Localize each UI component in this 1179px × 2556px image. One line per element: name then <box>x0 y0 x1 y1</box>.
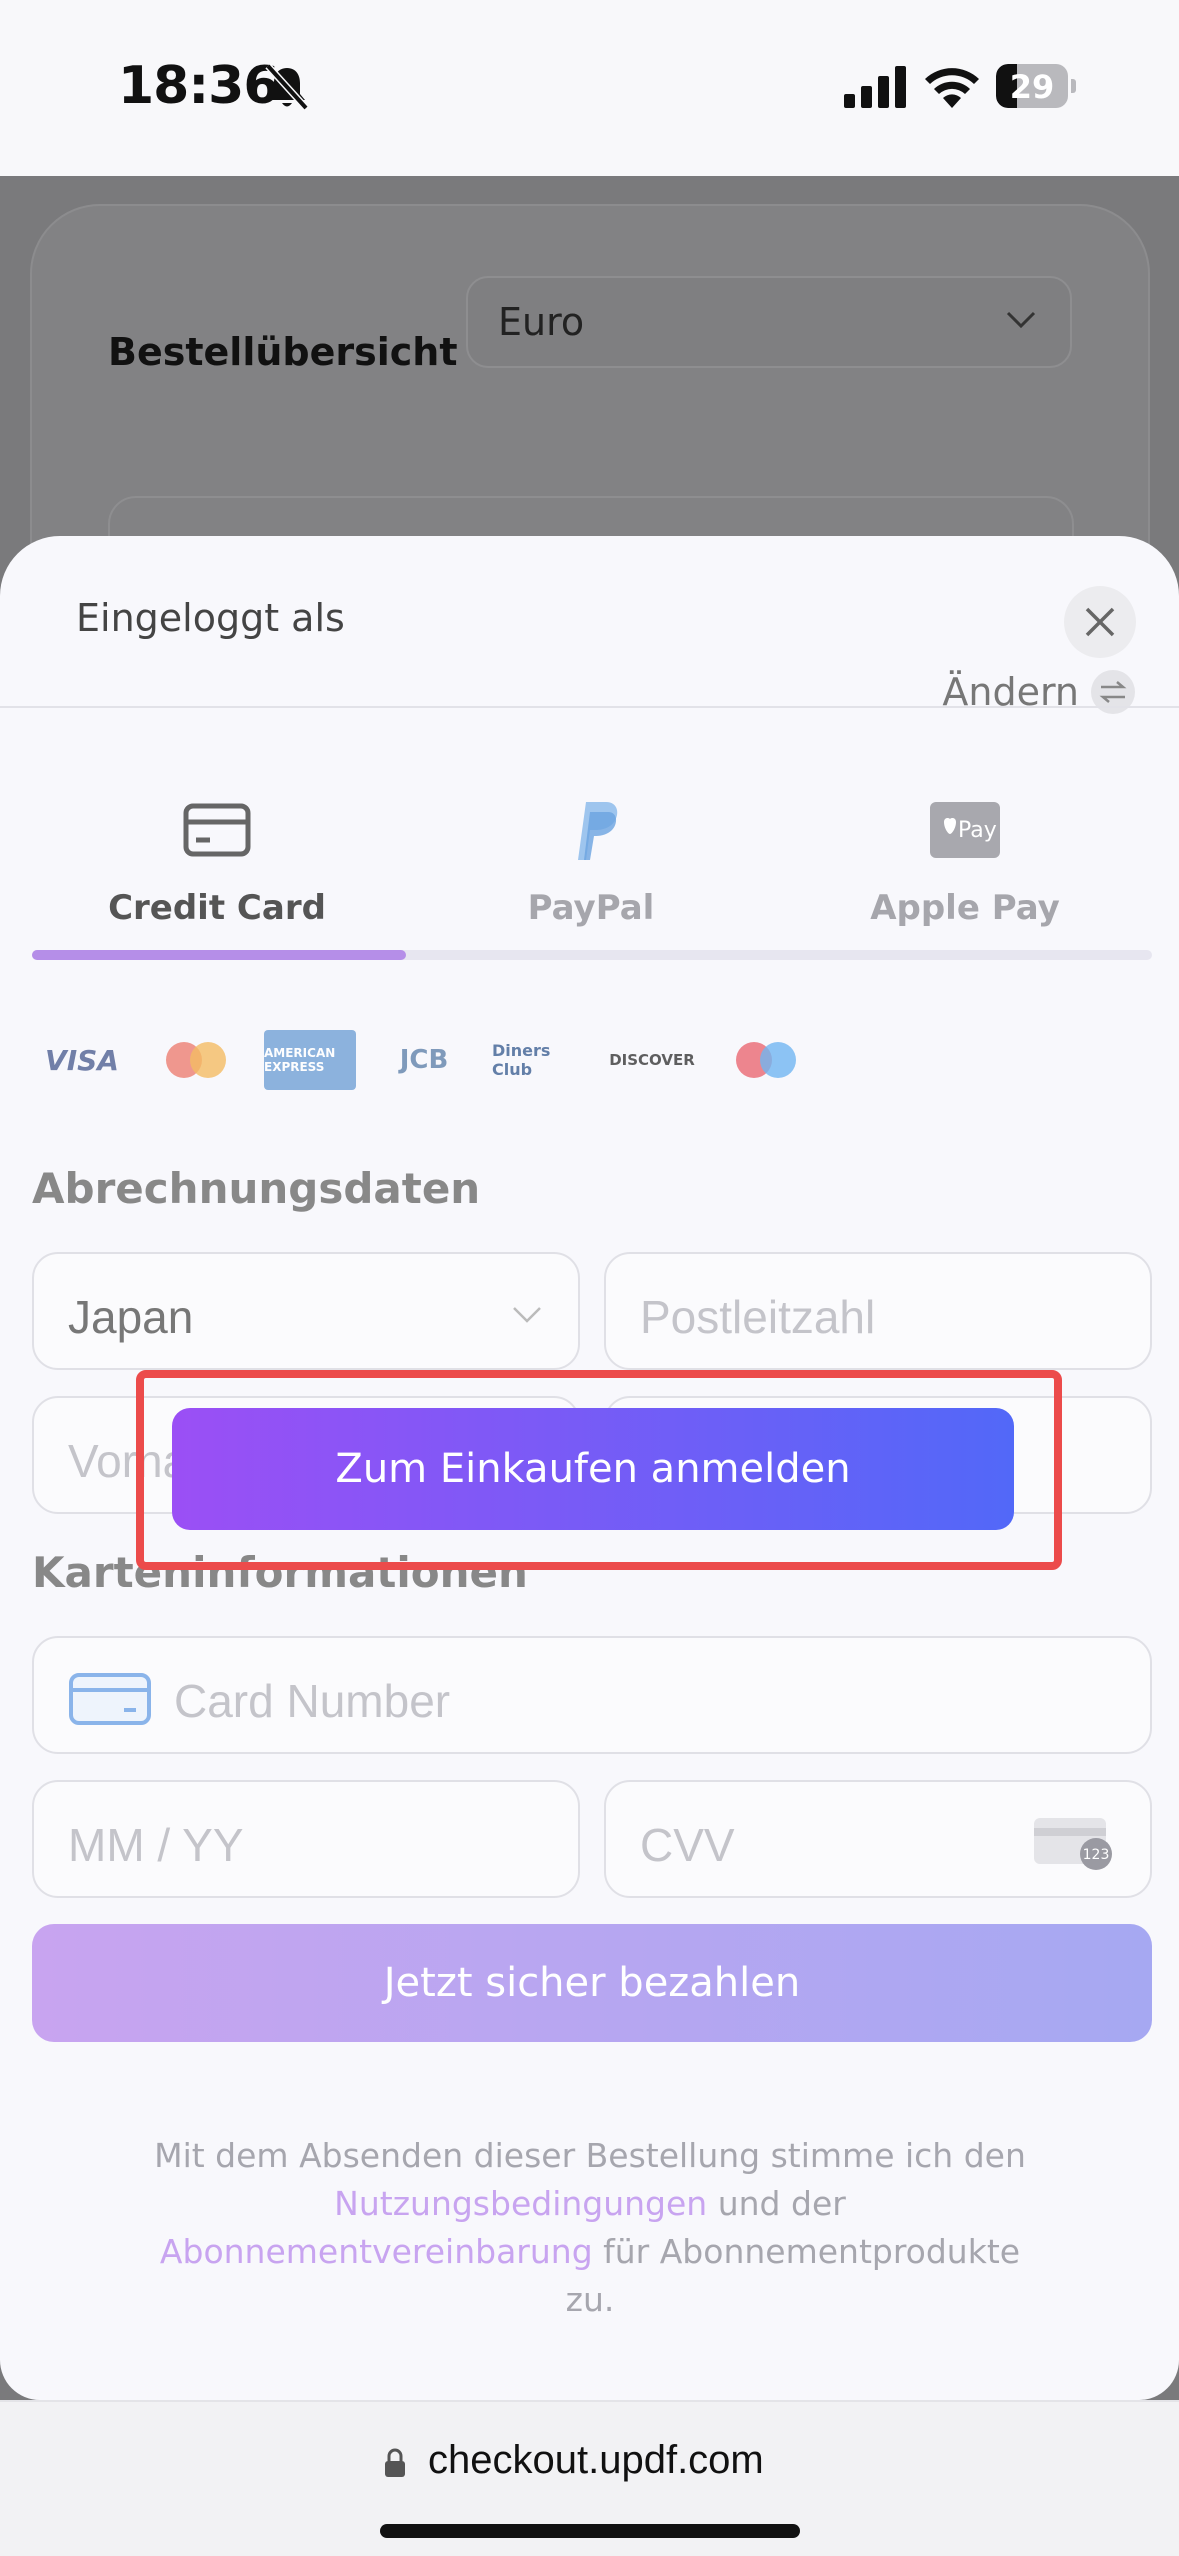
login-to-shop-label: Zum Einkaufen anmelden <box>335 1446 851 1492</box>
status-time: 18:36 <box>118 56 280 116</box>
battery-level: 29 <box>1009 68 1055 106</box>
close-button[interactable] <box>1064 586 1136 658</box>
logged-in-label: Eingeloggt als <box>76 596 345 640</box>
status-bar: 18:36 29 <box>0 0 1179 176</box>
tab-credit-card-label: Credit Card <box>108 888 326 928</box>
currency-select: Euro <box>466 276 1072 368</box>
maestro-logo <box>720 1030 812 1090</box>
postal-code-placeholder: Postleitzahl <box>640 1291 876 1343</box>
credit-card-icon <box>183 803 251 857</box>
wifi-icon <box>925 68 979 108</box>
card-number-input[interactable]: Card Number <box>32 1636 1152 1754</box>
subscription-agreement-link[interactable]: Abonnementvereinbarung <box>160 2232 593 2271</box>
cvv-card-icon: 123 <box>1034 1818 1112 1870</box>
tab-apple-pay-label: Apple Pay <box>870 888 1060 928</box>
expiry-placeholder: MM / YY <box>68 1819 244 1871</box>
diners-club-logo: Diners Club <box>492 1041 551 1079</box>
bell-slash-icon <box>265 63 309 111</box>
postal-code-input[interactable]: Postleitzahl <box>604 1252 1152 1370</box>
card-logos: VISA AMERICAN EXPRESS JCB Diners Club DI… <box>36 1030 812 1090</box>
lock-icon <box>385 2448 405 2477</box>
amex-logo: AMERICAN EXPRESS <box>264 1030 356 1090</box>
url-text: checkout.updf.com <box>428 2438 764 2482</box>
mastercard-logo <box>150 1030 242 1090</box>
tab-paypal-label: PayPal <box>527 888 655 928</box>
expiry-input[interactable]: MM / YY <box>32 1780 580 1898</box>
discover-logo: DISCOVER <box>609 1051 695 1069</box>
chevron-down-icon <box>1006 311 1036 329</box>
battery-icon: 29 <box>996 64 1076 108</box>
country-select[interactable]: Japan <box>32 1252 580 1370</box>
legal-text: Mit dem Absenden dieser Bestellung stimm… <box>154 2136 1026 2319</box>
terms-link[interactable]: Nutzungsbedingungen <box>334 2184 707 2223</box>
pay-securely-label: Jetzt sicher bezahlen <box>383 1960 801 2006</box>
pay-securely-button[interactable]: Jetzt sicher bezahlen <box>32 1924 1152 2042</box>
currency-value: Euro <box>498 300 585 344</box>
tab-paypal[interactable]: PayPal <box>406 798 776 948</box>
tab-apple-pay[interactable]: Pay Apple Pay <box>780 798 1150 948</box>
cvv-input[interactable]: CVV 123 <box>604 1780 1152 1898</box>
tab-credit-card[interactable]: Credit Card <box>32 798 402 948</box>
cvv-placeholder: CVV <box>640 1819 735 1871</box>
browser-url-bar[interactable]: checkout.updf.com <box>0 2400 1179 2556</box>
svg-text:Pay: Pay <box>958 818 997 843</box>
tab-active-indicator <box>32 950 406 960</box>
chevron-down-icon <box>513 1307 541 1323</box>
cellular-signal-icon <box>844 66 906 108</box>
visa-logo: VISA <box>45 1043 119 1077</box>
close-icon <box>1085 607 1115 637</box>
home-indicator[interactable] <box>380 2524 800 2538</box>
card-icon <box>69 1673 151 1725</box>
paypal-icon <box>578 802 618 860</box>
svg-text:123: 123 <box>1083 1847 1110 1863</box>
jcb-logo: JCB <box>399 1045 449 1075</box>
login-to-shop-button[interactable]: Zum Einkaufen anmelden <box>172 1408 1014 1530</box>
country-value: Japan <box>68 1291 194 1343</box>
divider <box>0 706 1179 708</box>
billing-section-title: Abrechnungsdaten <box>32 1164 481 1213</box>
apple-pay-icon: Pay <box>930 802 1000 858</box>
card-number-placeholder: Card Number <box>174 1675 451 1727</box>
order-summary-title: Bestellübersicht <box>108 330 458 374</box>
